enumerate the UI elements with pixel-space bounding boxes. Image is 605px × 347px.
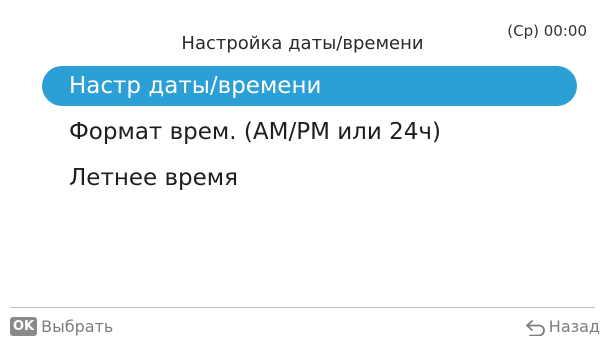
datetime-settings-screen: (Ср) 00:00 Настройка даты/времени Настр … bbox=[0, 0, 605, 347]
select-hint[interactable]: OK Выбрать bbox=[10, 317, 113, 336]
menu-item-set-date-time[interactable]: Настр даты/времени bbox=[42, 66, 577, 106]
return-arrow-icon bbox=[525, 318, 547, 336]
menu-item-label: Формат врем. (AM/PM или 24ч) bbox=[69, 119, 441, 145]
back-label: Назад bbox=[548, 317, 600, 336]
menu-item-time-format[interactable]: Формат врем. (AM/PM или 24ч) bbox=[42, 109, 577, 155]
settings-menu: Настр даты/времени Формат врем. (AM/PM и… bbox=[42, 66, 577, 201]
page-title: Настройка даты/времени bbox=[181, 33, 424, 54]
footer-divider bbox=[10, 307, 595, 308]
menu-item-daylight-saving[interactable]: Летнее время bbox=[42, 155, 577, 201]
menu-item-label: Настр даты/времени bbox=[69, 73, 322, 99]
back-button[interactable]: Назад bbox=[525, 317, 600, 336]
menu-item-label: Летнее время bbox=[69, 165, 238, 191]
select-label: Выбрать bbox=[41, 317, 114, 336]
ok-key-icon: OK bbox=[10, 317, 38, 336]
